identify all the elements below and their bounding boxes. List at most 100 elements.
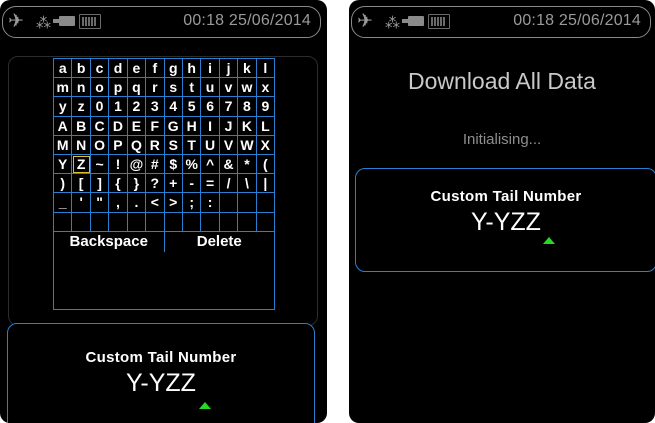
- keyboard-key[interactable]: /: [219, 174, 239, 194]
- keyboard-key[interactable]: x: [256, 78, 275, 98]
- keyboard-key[interactable]: t: [182, 78, 202, 98]
- keyboard-key[interactable]: =: [201, 174, 220, 194]
- keyboard-key[interactable]: Z: [72, 154, 91, 175]
- keyboard-key[interactable]: m: [54, 78, 73, 98]
- keyboard-key[interactable]: C: [90, 116, 110, 136]
- keyboard-key[interactable]: _: [54, 193, 73, 213]
- keyboard-key[interactable]: v: [219, 78, 239, 98]
- keyboard-key[interactable]: b: [72, 59, 91, 79]
- keyboard-key[interactable]: [219, 193, 239, 213]
- keyboard-key[interactable]: 0: [90, 97, 110, 117]
- keyboard-key[interactable]: ): [54, 174, 73, 194]
- keyboard-key[interactable]: 5: [182, 97, 202, 117]
- keyboard-key[interactable]: n: [72, 78, 91, 98]
- keyboard-key[interactable]: w: [238, 78, 257, 98]
- keyboard-key[interactable]: a: [54, 59, 73, 79]
- keyboard-key[interactable]: 6: [201, 97, 220, 117]
- keyboard-key[interactable]: %: [182, 154, 202, 175]
- keyboard-key[interactable]: M: [54, 135, 73, 155]
- keyboard-key[interactable]: .: [127, 193, 147, 213]
- keyboard-key[interactable]: O: [90, 135, 110, 155]
- keyboard-key[interactable]: I: [201, 116, 220, 136]
- tail-number-field[interactable]: Custom Tail Number Y-YZZ: [7, 323, 315, 423]
- keyboard-key[interactable]: e: [127, 59, 147, 79]
- keyboard-key[interactable]: ,: [109, 193, 128, 213]
- keyboard-key[interactable]: ': [72, 193, 91, 213]
- keyboard-key[interactable]: i: [201, 59, 220, 79]
- keyboard-key[interactable]: ]: [90, 174, 110, 194]
- keyboard-key[interactable]: !: [109, 154, 128, 175]
- keyboard-key[interactable]: [256, 193, 275, 213]
- keyboard-key[interactable]: [201, 212, 220, 232]
- keyboard-key[interactable]: S: [164, 135, 183, 155]
- keyboard-key[interactable]: p: [109, 78, 128, 98]
- keyboard-key[interactable]: @: [127, 154, 147, 175]
- keyboard-key[interactable]: (: [256, 155, 275, 175]
- keyboard-key[interactable]: [164, 212, 183, 232]
- keyboard-key[interactable]: 3: [146, 97, 165, 117]
- keyboard-key[interactable]: G: [164, 116, 183, 136]
- keyboard-key[interactable]: J: [219, 116, 239, 136]
- keyboard-key[interactable]: 7: [219, 97, 239, 117]
- keyboard-key[interactable]: #: [146, 154, 165, 175]
- keyboard-key[interactable]: [219, 212, 239, 232]
- keyboard-key[interactable]: r: [146, 78, 165, 98]
- keyboard-key[interactable]: Y: [54, 154, 73, 175]
- keyboard-key[interactable]: N: [72, 135, 91, 155]
- keyboard-key[interactable]: 2: [127, 97, 147, 117]
- keyboard-key[interactable]: h: [182, 59, 202, 79]
- keyboard-key[interactable]: [: [72, 174, 91, 194]
- keyboard-key[interactable]: }: [127, 174, 147, 194]
- keyboard-key[interactable]: 8: [238, 97, 257, 117]
- keyboard-key[interactable]: {: [109, 174, 128, 194]
- keyboard-key[interactable]: j: [219, 59, 239, 79]
- delete-button[interactable]: Delete: [165, 232, 275, 252]
- keyboard-key[interactable]: A: [54, 116, 73, 136]
- keyboard-key[interactable]: ^: [201, 154, 220, 175]
- keyboard-key[interactable]: ;: [182, 193, 202, 213]
- keyboard-key[interactable]: U: [201, 135, 220, 155]
- keyboard-key[interactable]: [72, 212, 91, 232]
- keyboard-key[interactable]: +: [164, 174, 183, 194]
- keyboard-key[interactable]: [146, 212, 165, 232]
- keyboard-key[interactable]: X: [256, 136, 275, 155]
- keyboard-key[interactable]: ": [90, 193, 110, 213]
- keyboard-key[interactable]: c: [90, 59, 110, 79]
- keyboard-key[interactable]: >: [164, 193, 183, 213]
- keyboard-key[interactable]: s: [164, 78, 183, 98]
- keyboard-key[interactable]: 1: [109, 97, 128, 117]
- keyboard-key[interactable]: k: [238, 59, 257, 79]
- keyboard-key[interactable]: [109, 212, 128, 232]
- keyboard-key[interactable]: y: [54, 97, 73, 117]
- keyboard-key[interactable]: H: [182, 116, 202, 136]
- keyboard-key[interactable]: [127, 212, 147, 232]
- keyboard-key[interactable]: f: [146, 59, 165, 79]
- keyboard-key[interactable]: $: [164, 154, 183, 175]
- keyboard-key[interactable]: [238, 193, 257, 213]
- keyboard-key[interactable]: <: [146, 193, 165, 213]
- keyboard-key[interactable]: W: [238, 135, 257, 155]
- keyboard-key[interactable]: P: [109, 135, 128, 155]
- keyboard-key[interactable]: V: [219, 135, 239, 155]
- keyboard-key[interactable]: ~: [90, 154, 110, 175]
- keyboard-key[interactable]: 9: [256, 97, 275, 117]
- keyboard-key[interactable]: D: [109, 116, 128, 136]
- keyboard-key[interactable]: B: [72, 116, 91, 136]
- keyboard-key[interactable]: d: [109, 59, 128, 79]
- keyboard-key[interactable]: [54, 212, 73, 232]
- keyboard-key[interactable]: E: [127, 116, 147, 136]
- keyboard-key[interactable]: *: [238, 154, 257, 175]
- keyboard-key[interactable]: [256, 213, 275, 232]
- keyboard-key[interactable]: [90, 212, 110, 232]
- keyboard-key[interactable]: &: [219, 154, 239, 175]
- keyboard-key[interactable]: o: [90, 78, 110, 98]
- keyboard-key[interactable]: q: [127, 78, 147, 98]
- keyboard-key[interactable]: F: [146, 116, 165, 136]
- keyboard-key[interactable]: :: [201, 193, 220, 213]
- keyboard-key[interactable]: T: [182, 135, 202, 155]
- keyboard-key[interactable]: -: [182, 174, 202, 194]
- keyboard-key[interactable]: Q: [127, 135, 147, 155]
- keyboard-key[interactable]: l: [256, 59, 275, 79]
- keyboard-key[interactable]: g: [164, 59, 183, 79]
- tail-number-field[interactable]: Custom Tail Number Y-YZZ: [355, 168, 655, 272]
